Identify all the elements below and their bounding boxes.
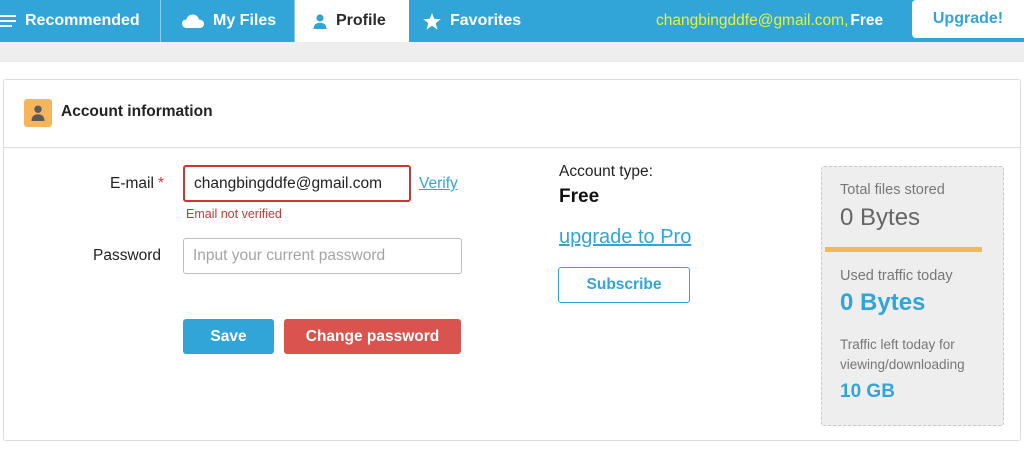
tab-divider (160, 0, 161, 42)
account-type-label: Account type: (559, 163, 653, 180)
tab-recommended[interactable]: Recommended (0, 0, 160, 42)
account-plan: Free (850, 12, 884, 29)
traffic-left-label-line1: Traffic left today for (840, 337, 955, 352)
header-spacer (0, 42, 1024, 62)
email-error: Email not verified (186, 207, 282, 221)
change-password-button[interactable]: Change password (284, 319, 461, 354)
list-icon (0, 14, 16, 28)
traffic-left-value: 10 GB (840, 381, 895, 402)
upgrade-to-pro-link[interactable]: upgrade to Pro (559, 226, 691, 249)
cloud-icon (182, 14, 204, 28)
save-button[interactable]: Save (183, 319, 274, 354)
used-traffic-value: 0 Bytes (840, 289, 926, 316)
tab-profile[interactable]: Profile (295, 0, 409, 42)
panel-title: Account information (61, 103, 213, 120)
account-email: changbingddfe@gmail.com, Free (656, 0, 883, 42)
password-field[interactable] (183, 238, 462, 274)
upgrade-button[interactable]: Upgrade! (912, 0, 1024, 38)
user-icon (313, 13, 327, 29)
account-email-text: changbingddfe@gmail.com, (656, 12, 849, 29)
panel-header: Account information (4, 80, 1020, 148)
account-panel: Account information E-mail* Verify Email… (3, 79, 1021, 441)
email-label-text: E-mail (110, 175, 154, 192)
required-mark: * (157, 175, 164, 192)
tab-label: Favorites (450, 12, 522, 29)
star-icon (423, 12, 441, 30)
user-icon (24, 99, 52, 127)
tab-label: Profile (336, 12, 386, 29)
traffic-left-label-line2: viewing/downloading (840, 357, 965, 372)
top-nav: Recommended My Files Profile Favorites c… (0, 0, 1024, 42)
account-type-value: Free (559, 186, 600, 207)
storage-divider-bar (825, 247, 982, 252)
usage-stats-box: Total files stored 0 Bytes Used traffic … (821, 166, 1004, 426)
tab-favorites[interactable]: Favorites (423, 0, 521, 42)
total-files-value: 0 Bytes (840, 204, 921, 231)
email-label: E-mail * (110, 175, 164, 193)
subscribe-button[interactable]: Subscribe (558, 267, 690, 303)
tab-my-files[interactable]: My Files (182, 0, 276, 42)
password-label: Password (93, 247, 162, 264)
verify-link[interactable]: Verify (419, 175, 458, 193)
email-field[interactable] (183, 165, 411, 202)
total-files-label: Total files stored (840, 182, 945, 198)
used-traffic-label: Used traffic today (840, 268, 953, 284)
tab-label: Recommended (25, 12, 140, 29)
tab-label: My Files (213, 12, 277, 29)
